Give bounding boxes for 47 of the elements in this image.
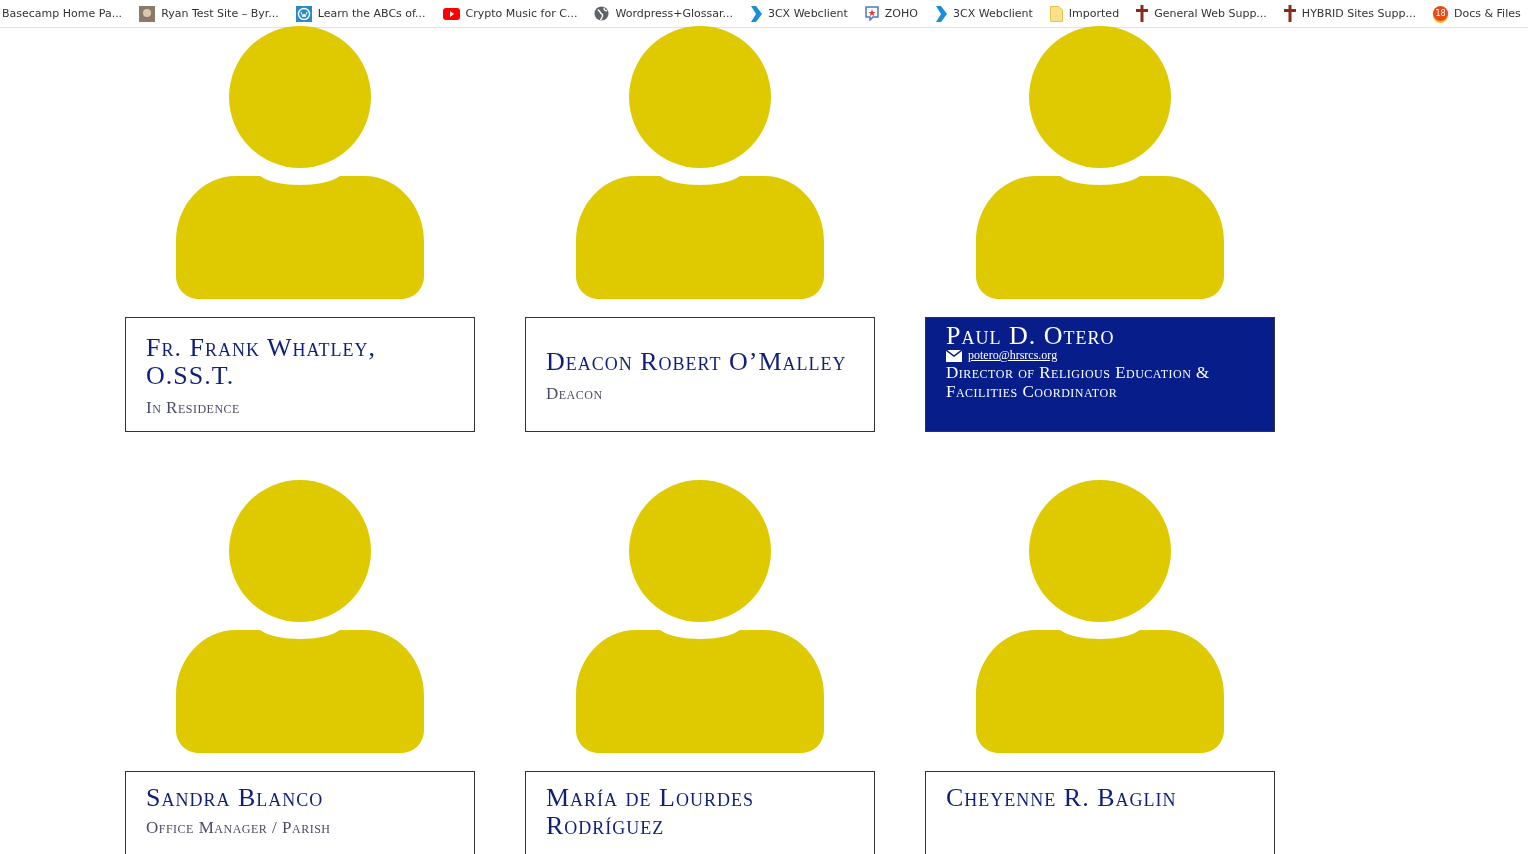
chevron-icon xyxy=(749,5,762,22)
chat-icon xyxy=(864,6,879,21)
bookmark-link[interactable]: Ryan Test Site – Byr... xyxy=(139,5,279,22)
staff-role: Director of Religious Education & Facilities Coordinator xyxy=(946,363,1211,401)
staff-card[interactable]: Sandra Blanco Office Manager / Parish xyxy=(125,771,475,854)
staff-name: María de Lourdes Rodríguez xyxy=(546,784,755,840)
staff-card[interactable]: Paul D. Otero potero@hrsrcs.org Director of Religious Education & Facilities Coordinator xyxy=(925,317,1275,432)
globe-icon xyxy=(594,6,610,21)
staff-card[interactable]: Deacon Robert O’Malley Deacon xyxy=(525,317,875,432)
staff-name: Paul D. Otero xyxy=(946,324,1116,348)
avatar-silhouette-icon xyxy=(176,26,424,300)
play-icon xyxy=(442,7,460,20)
avatar-silhouette-icon xyxy=(576,480,824,754)
email-link[interactable]: potero@hrsrcs.org xyxy=(946,348,1254,363)
photo-icon xyxy=(139,5,156,22)
bookmark-link[interactable]: Basecamp Home Pa... xyxy=(2,7,123,20)
staff-role: Office Manager / Parish xyxy=(146,818,332,838)
cross-icon xyxy=(1136,5,1149,22)
staff-card[interactable]: María de Lourdes Rodríguez xyxy=(525,771,875,854)
bookmark-link[interactable]: General Web Supp... xyxy=(1136,5,1267,22)
staff-name: Fr. Frank Whatley, O.SS.T. xyxy=(146,333,377,390)
avatar-silhouette-icon xyxy=(576,26,824,300)
bookmark-link[interactable]: Imported xyxy=(1049,5,1120,22)
avatar-silhouette-icon xyxy=(176,480,424,754)
cross-icon xyxy=(1283,5,1296,22)
bookmark-link[interactable]: ZOHO xyxy=(864,6,918,21)
avatar-silhouette-icon xyxy=(976,26,1224,300)
bookmark-link[interactable]: 3CX Webclient xyxy=(934,5,1033,22)
bookmark-link[interactable]: Wordpress+Glossar... xyxy=(594,6,733,21)
bookmark-link[interactable]: 3CX Webclient xyxy=(749,5,848,22)
staff-role: In Residence xyxy=(146,397,241,418)
envelope-icon xyxy=(946,349,962,362)
notification-badge: 18 xyxy=(1433,6,1448,21)
bookmark-link[interactable]: Learn the ABCs of... xyxy=(295,5,426,22)
staff-card[interactable]: Cheyenne R. Baglin xyxy=(925,771,1275,854)
staff-card[interactable]: Fr. Frank Whatley, O.SS.T. In Residence xyxy=(125,317,475,432)
avatar-silhouette-icon xyxy=(976,480,1224,754)
chevron-icon xyxy=(934,5,947,22)
staff-role: Deacon xyxy=(546,383,604,404)
wordpress-icon xyxy=(295,5,312,22)
staff-name: Sandra Blanco xyxy=(146,784,325,812)
bookmark-link[interactable]: Crypto Music for C... xyxy=(442,7,578,20)
staff-name: Deacon Robert O’Malley xyxy=(546,347,848,376)
bookmark-link[interactable]: HYBRID Sites Supp... xyxy=(1283,5,1416,22)
folder-icon xyxy=(1049,5,1063,22)
staff-name: Cheyenne R. Baglin xyxy=(946,784,1178,812)
bookmark-link[interactable]: 18 Docs & Files xyxy=(1433,6,1521,21)
